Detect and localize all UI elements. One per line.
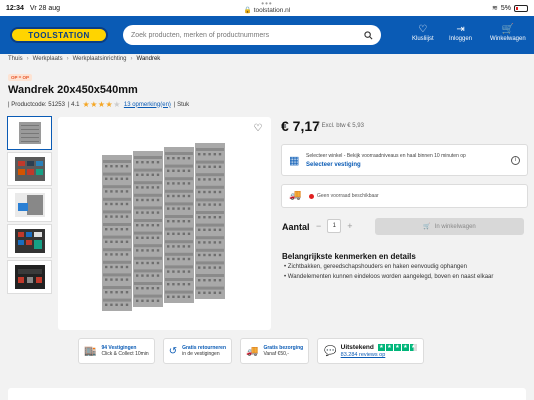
star-icon: ★ [97, 100, 106, 109]
price-excl-vat: Excl. btw € 5,93 [321, 123, 364, 129]
add-to-cart-button[interactable]: 🛒 In winkelwagen [375, 218, 524, 235]
search-icon[interactable] [364, 30, 373, 40]
breadcrumb-current: Wandrek [136, 56, 161, 62]
header-cart-button[interactable]: 🛒 Winkelwagen [490, 24, 526, 42]
usp-delivery[interactable]: 🚚 Gratis bezorging Vanaf €50,- [240, 338, 310, 364]
usp-sub: in de vestigingen [182, 351, 220, 357]
rating-stars: ★★★★★ [83, 100, 121, 109]
search-input[interactable]: Zoek producten, merken of productnummers [123, 25, 381, 45]
thumbnail-2[interactable] [7, 152, 52, 186]
truck-icon: 🚚 [246, 345, 259, 357]
star-icon: ★ [113, 100, 121, 109]
header-cart-label: Winkelwagen [490, 36, 526, 42]
stock-status-dot [309, 193, 314, 199]
thumbnail-list [7, 116, 54, 296]
star-icon: ★ [377, 344, 385, 351]
header-login-label: Inloggen [449, 36, 473, 42]
feature-item: Wandelementen kunnen eindeloos worden aa… [284, 274, 494, 280]
battery-icon [514, 4, 528, 12]
stock-status-text: Geen voorraad beschikbaar [317, 193, 379, 199]
add-to-cart-label: In winkelwagen [434, 223, 476, 230]
select-store-link[interactable]: Selecteer vestiging [306, 162, 361, 168]
usp-stores[interactable]: 🏬 94 Vestigingen Click & Collect 10min [78, 338, 155, 364]
info-icon[interactable]: i [511, 156, 520, 165]
store-icon: 🏬 [84, 345, 97, 357]
search-placeholder: Zoek producten, merken of productnummers [131, 31, 270, 39]
wall-rack-image [102, 143, 225, 311]
product-thumbnail-image [14, 193, 45, 217]
toolstation-logo[interactable]: TOOLSTATION [10, 27, 108, 43]
breadcrumb-werkplaats[interactable]: Werkplaats [33, 56, 63, 62]
trustpilot-stars: ★ ★ ★ ★ ★ [377, 344, 417, 351]
status-badge: OP = OP [8, 74, 33, 81]
status-bar: 12:34 Vr 28 aug ••• 🔒 toolstation.nl ≋ 5… [0, 0, 534, 16]
trustpilot-reviews-link[interactable]: 83.284 reviews op [341, 352, 417, 358]
star-icon: ★ [385, 344, 393, 351]
trustpilot-label: Uitstekend [340, 344, 374, 351]
trustpilot-widget[interactable]: 💬 Uitstekend ★ ★ ★ ★ ★ 83.284 reviews op [317, 338, 424, 364]
cart-icon: 🛒 [501, 24, 515, 35]
header-favorites-button[interactable]: ♡ Klusliijst [412, 24, 434, 42]
reviews-link[interactable]: 13 opmerking(en) [124, 102, 171, 108]
chevron-right-icon: › [26, 56, 29, 62]
product-main-image[interactable]: ♡ [58, 117, 271, 330]
product-thumbnail-image [14, 265, 45, 289]
chat-icon: 💬 [324, 345, 337, 357]
url-bar[interactable]: ••• 🔒 toolstation.nl [0, 0, 534, 14]
usp-sub: Vanaf €50,- [263, 351, 289, 357]
heart-icon: ♡ [418, 24, 428, 35]
rating-value: | 4.1 [67, 101, 80, 108]
quantity-stepper: − 1 + [316, 219, 353, 233]
price: € 7,17 [281, 118, 320, 134]
thumbnail-3[interactable] [7, 188, 52, 222]
breadcrumb: Thuis › Werkplaats › Werkplaatsinrichtin… [8, 56, 160, 62]
login-icon: ⇥ [456, 24, 465, 35]
product-thumbnail-image [18, 122, 41, 144]
features-list: Zichtbakken, gereedschapshouders en hake… [284, 264, 494, 284]
product-unit: | Stuk [173, 101, 190, 108]
product-thumbnail-image [14, 157, 45, 181]
description-card [8, 388, 526, 400]
usp-returns[interactable]: ↺ Gratis retourneren in de vestigingen [162, 338, 232, 364]
product-code: | Productcode: 51253 [8, 101, 65, 108]
features-title: Belangrijkste kenmerken en details [282, 252, 416, 261]
breadcrumb-home[interactable]: Thuis [8, 56, 23, 62]
store-icon: ▦ [289, 155, 300, 167]
url-text: toolstation.nl [253, 7, 291, 14]
star-icon: ★ [409, 344, 417, 351]
page-title: Wandrek 20x450x540mm [8, 84, 138, 96]
return-icon: ↺ [168, 345, 178, 357]
star-icon: ★ [393, 344, 401, 351]
store-select-box[interactable]: ▦ Selecteer winkel - Bekijk voorraadnive… [281, 144, 528, 176]
quantity-decrease-button[interactable]: − [316, 221, 321, 231]
store-hint: Selecteer winkel - Bekijk voorraadniveau… [306, 153, 466, 159]
breadcrumb-werkplaatsinrichting[interactable]: Werkplaatsinrichting [73, 56, 127, 62]
delivery-box: 🚚 Geen voorraad beschikbaar [281, 184, 528, 208]
favorite-heart-icon[interactable]: ♡ [251, 122, 265, 136]
thumbnail-1[interactable] [7, 116, 52, 150]
product-meta: | Productcode: 51253 | 4.1 ★★★★★ 13 opme… [8, 100, 189, 109]
tab-dots-icon: ••• [261, 0, 273, 8]
cart-icon: 🛒 [423, 224, 431, 230]
quantity-label: Aantal [282, 222, 310, 232]
quantity-increase-button[interactable]: + [347, 221, 352, 231]
usp-sub: Click & Collect 10min [101, 351, 149, 357]
star-icon: ★ [90, 100, 98, 109]
thumbnail-5[interactable] [7, 260, 52, 294]
feature-item: Zichtbakken, gereedschapshouders en hake… [284, 264, 493, 270]
header-favorites-label: Klusliijst [412, 36, 434, 42]
star-icon: ★ [401, 344, 409, 351]
quantity-input[interactable]: 1 [327, 219, 342, 233]
site-header: TOOLSTATION Zoek producten, merken of pr… [0, 16, 534, 54]
header-login-button[interactable]: ⇥ Inloggen [449, 24, 472, 42]
lock-icon: 🔒 [243, 7, 252, 14]
product-thumbnail-image [14, 229, 45, 253]
thumbnail-4[interactable] [7, 224, 52, 258]
usp-row: 🏬 94 Vestigingen Click & Collect 10min ↺ … [78, 338, 424, 364]
chevron-right-icon: › [130, 56, 133, 62]
truck-icon: 🚚 [289, 190, 302, 201]
chevron-right-icon: › [66, 56, 69, 62]
